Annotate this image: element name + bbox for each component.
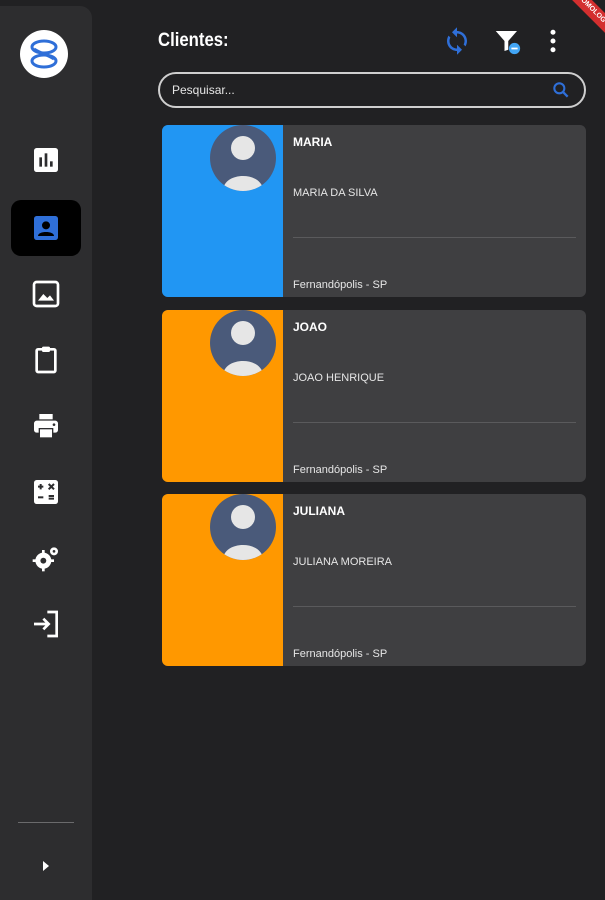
clipboard-icon bbox=[35, 346, 57, 374]
avatar bbox=[210, 494, 276, 560]
client-name: MARIA bbox=[293, 135, 333, 149]
page-title: Clientes: bbox=[158, 30, 229, 51]
sidebar-expand-button[interactable] bbox=[30, 850, 62, 882]
search-button[interactable] bbox=[546, 75, 576, 105]
client-full-name: JOAO HENRIQUE bbox=[293, 372, 385, 384]
nav-reports-button[interactable] bbox=[11, 132, 81, 188]
print-icon bbox=[34, 414, 58, 439]
client-name: JULIANA bbox=[293, 504, 346, 518]
image-icon bbox=[32, 280, 60, 308]
card-divider bbox=[293, 237, 576, 238]
nav-images-button[interactable] bbox=[11, 266, 81, 322]
filter-icon bbox=[495, 31, 521, 55]
app-logo-icon bbox=[20, 30, 68, 78]
client-city: Fernandópolis - SP bbox=[293, 648, 388, 660]
sidebar bbox=[0, 6, 92, 900]
nav-logout-button[interactable] bbox=[11, 596, 81, 652]
client-full-name: MARIA DA SILVA bbox=[293, 187, 378, 199]
search-input[interactable] bbox=[160, 82, 546, 98]
nav-clientes-button[interactable] bbox=[11, 200, 81, 256]
client-full-name: JULIANA MOREIRA bbox=[293, 556, 393, 568]
nav-clipboard-button[interactable] bbox=[11, 332, 81, 388]
client-card[interactable]: JOAO JOAO HENRIQUE Fernandópolis - SP bbox=[162, 310, 586, 482]
search-icon bbox=[553, 82, 569, 98]
client-card[interactable]: MARIA MARIA DA SILVA Fernandópolis - SP bbox=[162, 125, 586, 297]
card-divider bbox=[293, 606, 576, 607]
person-icon bbox=[223, 321, 263, 376]
more-options-button[interactable] bbox=[536, 24, 570, 58]
nav-print-button[interactable] bbox=[11, 398, 81, 454]
search-bar bbox=[158, 72, 586, 108]
calculator-icon bbox=[34, 480, 58, 504]
client-city: Fernandópolis - SP bbox=[293, 464, 388, 476]
sync-icon bbox=[447, 27, 467, 55]
card-divider bbox=[293, 422, 576, 423]
filter-button[interactable] bbox=[490, 24, 524, 58]
sidebar-divider bbox=[18, 822, 74, 823]
client-city: Fernandópolis - SP bbox=[293, 279, 388, 291]
login-icon bbox=[34, 610, 58, 638]
person-icon bbox=[223, 136, 263, 191]
contact-icon bbox=[34, 216, 58, 240]
nav-calculator-button[interactable] bbox=[11, 464, 81, 520]
gears-icon bbox=[32, 547, 58, 572]
more-vert-icon bbox=[550, 29, 556, 53]
avatar bbox=[210, 125, 276, 191]
avatar bbox=[210, 310, 276, 376]
sync-button[interactable] bbox=[440, 24, 474, 58]
nav-settings-button[interactable] bbox=[11, 530, 81, 586]
client-name: JOAO bbox=[293, 320, 328, 334]
client-card[interactable]: JULIANA JULIANA MOREIRA Fernandópolis - … bbox=[162, 494, 586, 666]
person-icon bbox=[223, 505, 263, 560]
chevron-right-icon bbox=[43, 861, 49, 871]
bar-chart-icon bbox=[34, 148, 58, 172]
